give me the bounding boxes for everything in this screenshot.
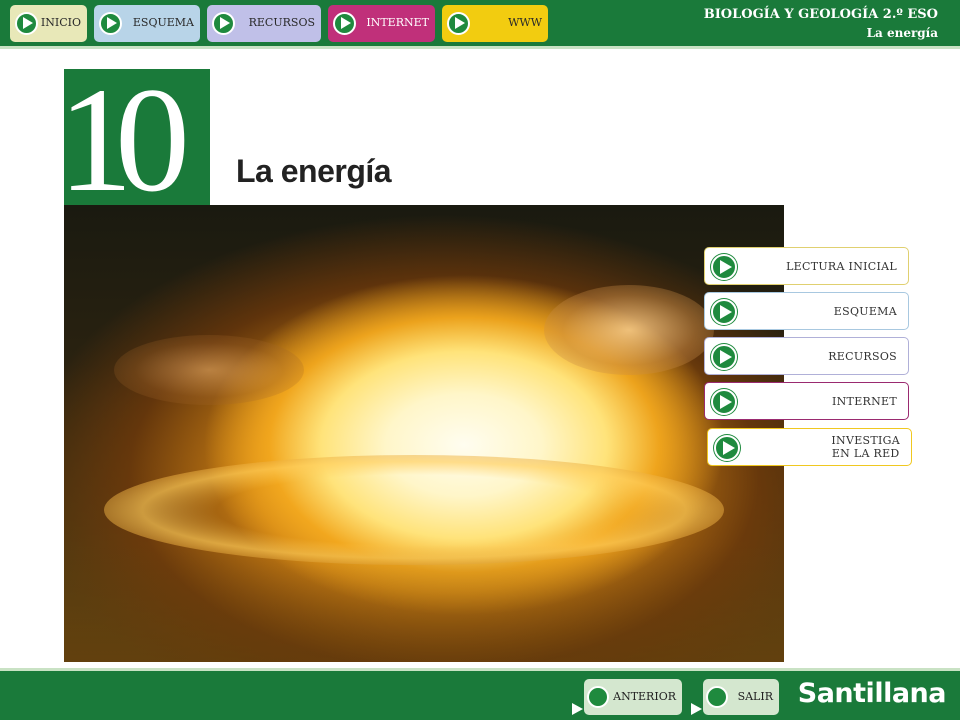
explosion-photo: [64, 205, 784, 662]
play-icon: [99, 12, 122, 35]
book-title-main: BIOLOGÍA Y GEOLOGÍA 2.º ESO: [703, 7, 938, 22]
play-icon: [714, 435, 740, 461]
menu-investiga-line2: EN LA RED: [831, 447, 900, 460]
menu-recursos-button[interactable]: RECURSOS: [704, 337, 909, 375]
book-title: BIOLOGÍA Y GEOLOGÍA 2.º ESO La energía: [704, 6, 938, 42]
nav-www-button[interactable]: WWW: [442, 5, 548, 42]
menu-internet-button[interactable]: INTERNET: [704, 382, 909, 420]
chapter-number-box: 10: [64, 69, 210, 205]
circle-icon: [706, 686, 728, 708]
nav-recursos-label: RECURSOS: [248, 16, 315, 29]
nav-internet-label: INTERNET: [366, 16, 429, 29]
menu-investiga-button[interactable]: INVESTIGA EN LA RED: [707, 428, 912, 466]
menu-esquema-button[interactable]: ESQUEMA: [704, 292, 909, 330]
menu-lectura-inicial-label: LECTURA INICIAL: [786, 260, 897, 273]
play-icon: [15, 12, 38, 35]
nav-internet-button[interactable]: INTERNET: [328, 5, 435, 42]
top-bar-divider: [0, 46, 960, 49]
play-icon: [212, 12, 235, 35]
play-icon: [711, 254, 737, 280]
anterior-label: ANTERIOR: [613, 690, 676, 703]
salir-button[interactable]: SALIR: [691, 679, 779, 715]
nav-inicio-label: INICIO: [40, 16, 81, 29]
chapter-title: La energía: [236, 153, 392, 189]
menu-recursos-label: RECURSOS: [828, 350, 897, 363]
salir-label: SALIR: [737, 690, 773, 703]
play-icon: [711, 344, 737, 370]
play-icon: [711, 389, 737, 415]
photo-cloud-right: [544, 285, 714, 375]
play-arrow-icon: [572, 703, 583, 715]
menu-lectura-inicial-button[interactable]: LECTURA INICIAL: [704, 247, 909, 285]
menu-investiga-line1: INVESTIGA: [831, 434, 900, 447]
circle-icon: [587, 686, 609, 708]
nav-recursos-button[interactable]: RECURSOS: [207, 5, 321, 42]
photo-cloud-left: [114, 335, 304, 405]
play-icon: [333, 12, 356, 35]
anterior-button[interactable]: ANTERIOR: [572, 679, 682, 715]
book-title-sub: La energía: [866, 26, 938, 40]
menu-esquema-label: ESQUEMA: [833, 305, 897, 318]
nav-inicio-button[interactable]: INICIO: [10, 5, 87, 42]
play-icon: [447, 12, 470, 35]
nav-esquema-label: ESQUEMA: [132, 16, 194, 29]
play-icon: [711, 299, 737, 325]
santillana-logo: Santillana: [797, 678, 947, 709]
play-arrow-icon: [691, 703, 702, 715]
menu-internet-label: INTERNET: [831, 395, 897, 408]
menu-investiga-label: INVESTIGA EN LA RED: [831, 434, 900, 460]
chapter-number: 10: [64, 69, 190, 205]
nav-www-label: WWW: [508, 16, 542, 29]
photo-ground-shade: [64, 545, 784, 662]
nav-esquema-button[interactable]: ESQUEMA: [94, 5, 200, 42]
